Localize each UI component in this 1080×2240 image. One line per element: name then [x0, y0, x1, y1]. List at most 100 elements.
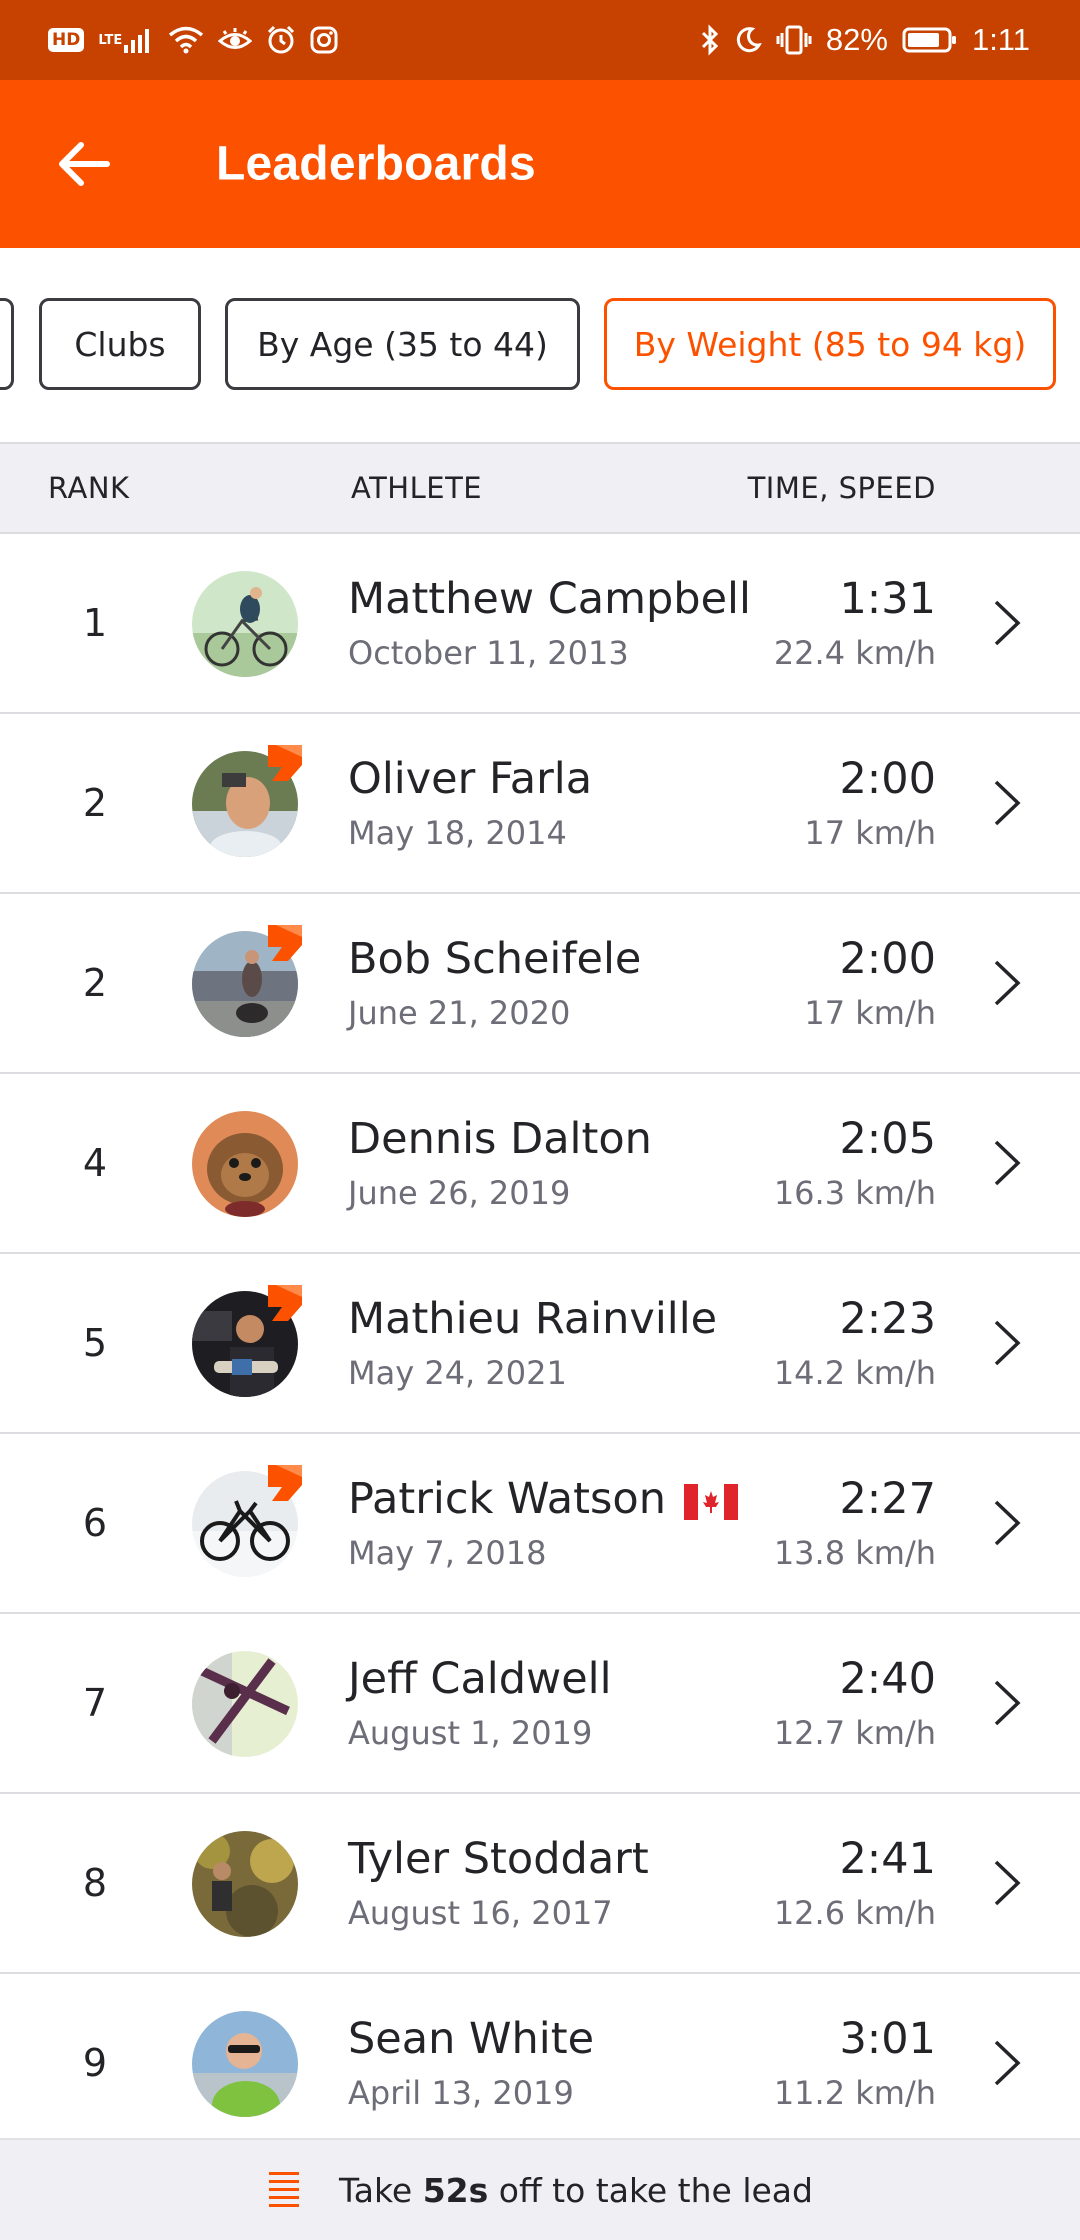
- status-icons-left: HD LTE: [48, 25, 338, 55]
- status-bar: HD LTE 82% 1:11: [0, 0, 1080, 80]
- avatar: [192, 2011, 298, 2117]
- segment-time: 2:00: [839, 934, 936, 984]
- chevron-right-icon: [994, 1680, 1021, 1726]
- chevron-right-icon: [994, 1500, 1021, 1546]
- segment-time: 1:31: [839, 574, 936, 624]
- chevron-right-icon: [994, 1860, 1021, 1906]
- wifi-icon: [168, 26, 204, 54]
- subscriber-badge-icon: [268, 925, 302, 961]
- eye-comfort-icon: [218, 28, 253, 52]
- rank-value: 2: [82, 961, 108, 1005]
- activity-date: May 24, 2021: [348, 1354, 567, 1392]
- back-arrow-icon: [59, 142, 110, 186]
- segment-speed: 12.7 km/h: [773, 1714, 936, 1752]
- avatar: [192, 1831, 298, 1937]
- leaderboard-list: 1 Matthew Campbell October 11, 2013 1:31…: [0, 534, 1080, 2154]
- chevron-right-icon: [994, 600, 1021, 646]
- vibrate-icon: [776, 25, 812, 55]
- segment-time: 2:41: [839, 1834, 936, 1884]
- alarm-icon: [266, 25, 296, 55]
- activity-date: April 13, 2019: [348, 2074, 574, 2112]
- filter-chip-clubs[interactable]: Clubs: [39, 298, 201, 390]
- leaderboard-row[interactable]: 9 Sean White April 13, 2019 3:01 11.2 km…: [0, 1974, 1080, 2154]
- page-title: Leaderboards: [216, 137, 536, 191]
- athlete-name: Bob Scheifele: [348, 934, 642, 984]
- segment-time: 2:27: [839, 1474, 936, 1524]
- segment-time: 2:05: [839, 1114, 936, 1164]
- list-lines-icon: [269, 2172, 300, 2207]
- avatar: [192, 571, 298, 677]
- athlete-name: Patrick Watson: [348, 1474, 738, 1524]
- rank-value: 7: [82, 1681, 108, 1725]
- chevron-right-icon: [994, 960, 1021, 1006]
- subscriber-badge-icon: [268, 1285, 302, 1321]
- filter-chip-by-age[interactable]: By Age (35 to 44): [225, 298, 580, 390]
- time-to-lead: 52s: [422, 2170, 489, 2210]
- avatar: [192, 1111, 298, 1217]
- chevron-right-icon: [994, 1320, 1021, 1366]
- filter-chip-previous[interactable]: [0, 298, 14, 390]
- column-header-time-speed: TIME, SPEED: [747, 471, 936, 505]
- chevron-right-icon: [994, 1140, 1021, 1186]
- leaderboard-row[interactable]: 4 Dennis Dalton June 26, 2019 2:05 16.3 …: [0, 1074, 1080, 1254]
- activity-date: May 7, 2018: [348, 1534, 547, 1572]
- status-icons-right: 82% 1:11: [700, 22, 1030, 58]
- segment-speed: 17 km/h: [804, 994, 936, 1032]
- leaderboard-header: RANK ATHLETE TIME, SPEED: [0, 442, 1080, 534]
- activity-date: June 26, 2019: [348, 1174, 571, 1212]
- athlete-name: Tyler Stoddart: [348, 1834, 649, 1884]
- leaderboard-row[interactable]: 8 Tyler Stoddart August 16, 2017 2:41 12…: [0, 1794, 1080, 1974]
- leaderboard-row[interactable]: 7 Jeff Caldwell August 1, 2019 2:40 12.7…: [0, 1614, 1080, 1794]
- avatar: [192, 1651, 298, 1757]
- rank-value: 5: [82, 1321, 108, 1365]
- chevron-right-icon: [994, 780, 1021, 826]
- chevron-right-icon: [994, 2040, 1021, 2086]
- leaderboard-row[interactable]: 6 Patrick Watson May 7, 2018 2:27 13.8 k…: [0, 1434, 1080, 1614]
- activity-date: June 21, 2020: [348, 994, 571, 1032]
- athlete-name: Matthew Campbell: [348, 574, 751, 624]
- segment-time: 3:01: [839, 2014, 936, 2064]
- activity-date: May 18, 2014: [348, 814, 567, 852]
- canada-flag-icon: [684, 1483, 738, 1520]
- activity-date: August 16, 2017: [348, 1894, 613, 1932]
- column-header-athlete: ATHLETE: [351, 471, 483, 505]
- segment-speed: 17 km/h: [804, 814, 936, 852]
- segment-time: 2:23: [839, 1294, 936, 1344]
- column-header-rank: RANK: [48, 471, 130, 505]
- segment-speed: 13.8 km/h: [773, 1534, 936, 1572]
- athlete-name: Dennis Dalton: [348, 1114, 652, 1164]
- hd-badge: HD: [48, 28, 85, 52]
- segment-speed: 14.2 km/h: [773, 1354, 936, 1392]
- battery-icon: [902, 26, 958, 54]
- leaderboard-row[interactable]: 2 Bob Scheifele June 21, 2020 2:00 17 km…: [0, 894, 1080, 1074]
- clock: 1:11: [971, 22, 1030, 57]
- leaderboard-row[interactable]: 2 Oliver Farla May 18, 2014 2:00 17 km/h: [0, 714, 1080, 894]
- battery-percent: 82%: [825, 22, 888, 57]
- athlete-name: Sean White: [348, 2014, 595, 2064]
- rank-value: 2: [82, 781, 108, 825]
- leaderboard-row[interactable]: 5 Mathieu Rainville May 24, 2021 2:23 14…: [0, 1254, 1080, 1434]
- athlete-name: Mathieu Rainville: [348, 1294, 718, 1344]
- bluetooth-icon: [700, 24, 720, 56]
- segment-speed: 11.2 km/h: [773, 2074, 936, 2112]
- filter-chip-row: Clubs By Age (35 to 44) By Weight (85 to…: [0, 248, 1080, 442]
- segment-speed: 16.3 km/h: [773, 1174, 936, 1212]
- rank-value: 1: [82, 601, 108, 645]
- lte-signal-icon: LTE: [98, 27, 154, 53]
- rank-value: 8: [82, 1861, 108, 1905]
- segment-time: 2:00: [839, 754, 936, 804]
- app-bar: Leaderboards: [0, 80, 1080, 248]
- rank-value: 6: [82, 1501, 108, 1545]
- segment-time: 2:40: [839, 1654, 936, 1704]
- segment-speed: 12.6 km/h: [773, 1894, 936, 1932]
- subscriber-badge-icon: [268, 1465, 302, 1501]
- filter-chip-by-weight[interactable]: By Weight (85 to 94 kg): [604, 298, 1056, 390]
- back-button[interactable]: [54, 134, 114, 194]
- rank-value: 4: [82, 1141, 108, 1185]
- subscriber-badge-icon: [268, 745, 302, 781]
- athlete-name: Oliver Farla: [348, 754, 593, 804]
- segment-speed: 22.4 km/h: [773, 634, 936, 672]
- take-the-lead-banner[interactable]: Take 52s off to take the lead: [0, 2138, 1080, 2240]
- leaderboard-row[interactable]: 1 Matthew Campbell October 11, 2013 1:31…: [0, 534, 1080, 714]
- rank-value: 9: [82, 2041, 108, 2085]
